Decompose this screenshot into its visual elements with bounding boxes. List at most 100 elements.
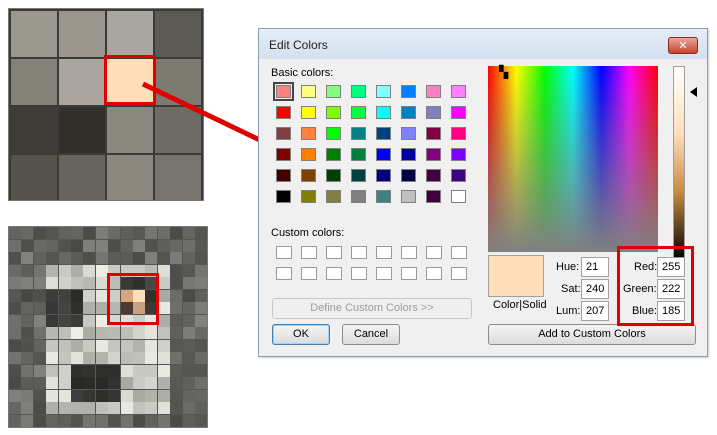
basic-color-swatch[interactable]: [351, 148, 366, 161]
basic-color-swatch[interactable]: [276, 106, 291, 119]
basic-color-swatch[interactable]: [426, 190, 441, 203]
pixel-cell: [195, 227, 207, 239]
pixel-cell: [95, 327, 108, 339]
close-button[interactable]: ✕: [668, 37, 698, 54]
basic-color-swatch[interactable]: [426, 127, 441, 140]
basic-color-swatch[interactable]: [276, 169, 291, 182]
custom-color-swatch[interactable]: [376, 246, 392, 259]
add-to-custom-colors-button[interactable]: Add to Custom Colors: [488, 324, 696, 345]
pixel-cell: [108, 339, 121, 352]
custom-color-swatch[interactable]: [401, 246, 417, 259]
custom-color-swatch[interactable]: [276, 267, 292, 280]
ok-button[interactable]: OK: [272, 324, 330, 345]
basic-color-swatch[interactable]: [401, 148, 416, 161]
custom-color-swatch[interactable]: [451, 267, 467, 280]
basic-color-swatch[interactable]: [351, 169, 366, 182]
hue-field[interactable]: 21: [581, 257, 609, 277]
luminosity-arrow-icon[interactable]: [690, 87, 697, 97]
cancel-button[interactable]: Cancel: [342, 324, 400, 345]
basic-color-swatch[interactable]: [401, 85, 416, 98]
basic-color-swatch[interactable]: [451, 148, 466, 161]
basic-color-swatch[interactable]: [426, 85, 441, 98]
basic-color-swatch[interactable]: [426, 169, 441, 182]
basic-color-swatch[interactable]: [301, 106, 316, 119]
basic-color-swatch[interactable]: [451, 106, 466, 119]
basic-color-swatch[interactable]: [276, 190, 291, 203]
basic-color-swatch[interactable]: [451, 169, 466, 182]
custom-color-swatch[interactable]: [351, 246, 367, 259]
basic-color-swatch[interactable]: [426, 148, 441, 161]
pixel-cell: [21, 277, 34, 289]
basic-color-swatch[interactable]: [276, 148, 291, 161]
basic-color-swatch[interactable]: [326, 85, 341, 98]
basic-color-swatch[interactable]: [351, 127, 366, 140]
basic-color-swatch[interactable]: [326, 106, 341, 119]
pixel-cell: [9, 227, 21, 239]
custom-color-swatch[interactable]: [301, 246, 317, 259]
custom-color-swatch[interactable]: [351, 267, 367, 280]
custom-color-swatch[interactable]: [326, 246, 342, 259]
basic-color-swatch[interactable]: [301, 85, 316, 98]
pixel-cell: [95, 377, 108, 389]
basic-color-swatch[interactable]: [451, 127, 466, 140]
define-custom-colors-label: Define Custom Colors >>: [310, 302, 434, 314]
custom-color-swatch[interactable]: [401, 267, 417, 280]
pixel-cell: [83, 389, 96, 402]
basic-color-swatch[interactable]: [401, 169, 416, 182]
basic-color-swatch[interactable]: [426, 106, 441, 119]
basic-color-swatch[interactable]: [376, 127, 391, 140]
pixel-cell: [170, 302, 183, 314]
pixel-cell: [83, 227, 96, 239]
basic-color-swatch[interactable]: [376, 106, 391, 119]
custom-color-swatch[interactable]: [326, 267, 342, 280]
custom-color-swatch[interactable]: [426, 267, 442, 280]
pixel-cell: [21, 377, 34, 389]
pixel-cell: [9, 352, 21, 364]
basic-color-swatch[interactable]: [273, 82, 294, 101]
basic-color-swatch[interactable]: [376, 169, 391, 182]
custom-color-swatch[interactable]: [301, 267, 317, 280]
color-spectrum[interactable]: [488, 66, 658, 252]
pixel-cell: [195, 302, 207, 314]
basic-color-swatch[interactable]: [451, 190, 466, 203]
cancel-label: Cancel: [353, 328, 389, 340]
basic-color-swatch[interactable]: [401, 106, 416, 119]
basic-color-swatch[interactable]: [301, 169, 316, 182]
basic-color-swatch[interactable]: [401, 127, 416, 140]
pixel-cell: [21, 227, 34, 239]
basic-color-swatch[interactable]: [301, 190, 316, 203]
pixel-cell: [157, 302, 170, 314]
basic-color-swatch[interactable]: [451, 85, 466, 98]
pixel-cell: [145, 402, 158, 414]
define-custom-colors-button[interactable]: Define Custom Colors >>: [272, 298, 472, 319]
custom-color-swatch[interactable]: [276, 246, 292, 259]
custom-color-swatch[interactable]: [426, 246, 442, 259]
custom-color-swatch[interactable]: [376, 267, 392, 280]
pixel-cell: [59, 11, 105, 57]
basic-color-swatch[interactable]: [401, 190, 416, 203]
basic-color-swatch[interactable]: [351, 190, 366, 203]
pixel-cell: [9, 277, 21, 289]
pixel-cell: [71, 252, 83, 264]
luminosity-slider[interactable]: [673, 66, 685, 260]
sat-field[interactable]: 240: [581, 279, 609, 299]
basic-color-swatch[interactable]: [376, 148, 391, 161]
pixel-cell: [145, 414, 158, 427]
basic-color-swatch[interactable]: [301, 127, 316, 140]
pixel-cell: [58, 339, 71, 352]
basic-color-swatch[interactable]: [376, 85, 391, 98]
pixel-cell: [33, 289, 46, 302]
basic-color-swatch[interactable]: [326, 148, 341, 161]
basic-color-swatch[interactable]: [276, 127, 291, 140]
basic-color-swatch[interactable]: [326, 190, 341, 203]
pixel-cell: [83, 414, 96, 427]
basic-color-swatch[interactable]: [326, 169, 341, 182]
basic-color-swatch[interactable]: [326, 127, 341, 140]
pixel-cell: [9, 414, 21, 427]
basic-color-swatch[interactable]: [301, 148, 316, 161]
lum-field[interactable]: 207: [581, 301, 609, 321]
basic-color-swatch[interactable]: [351, 106, 366, 119]
custom-color-swatch[interactable]: [451, 246, 467, 259]
basic-color-swatch[interactable]: [351, 85, 366, 98]
basic-color-swatch[interactable]: [376, 190, 391, 203]
